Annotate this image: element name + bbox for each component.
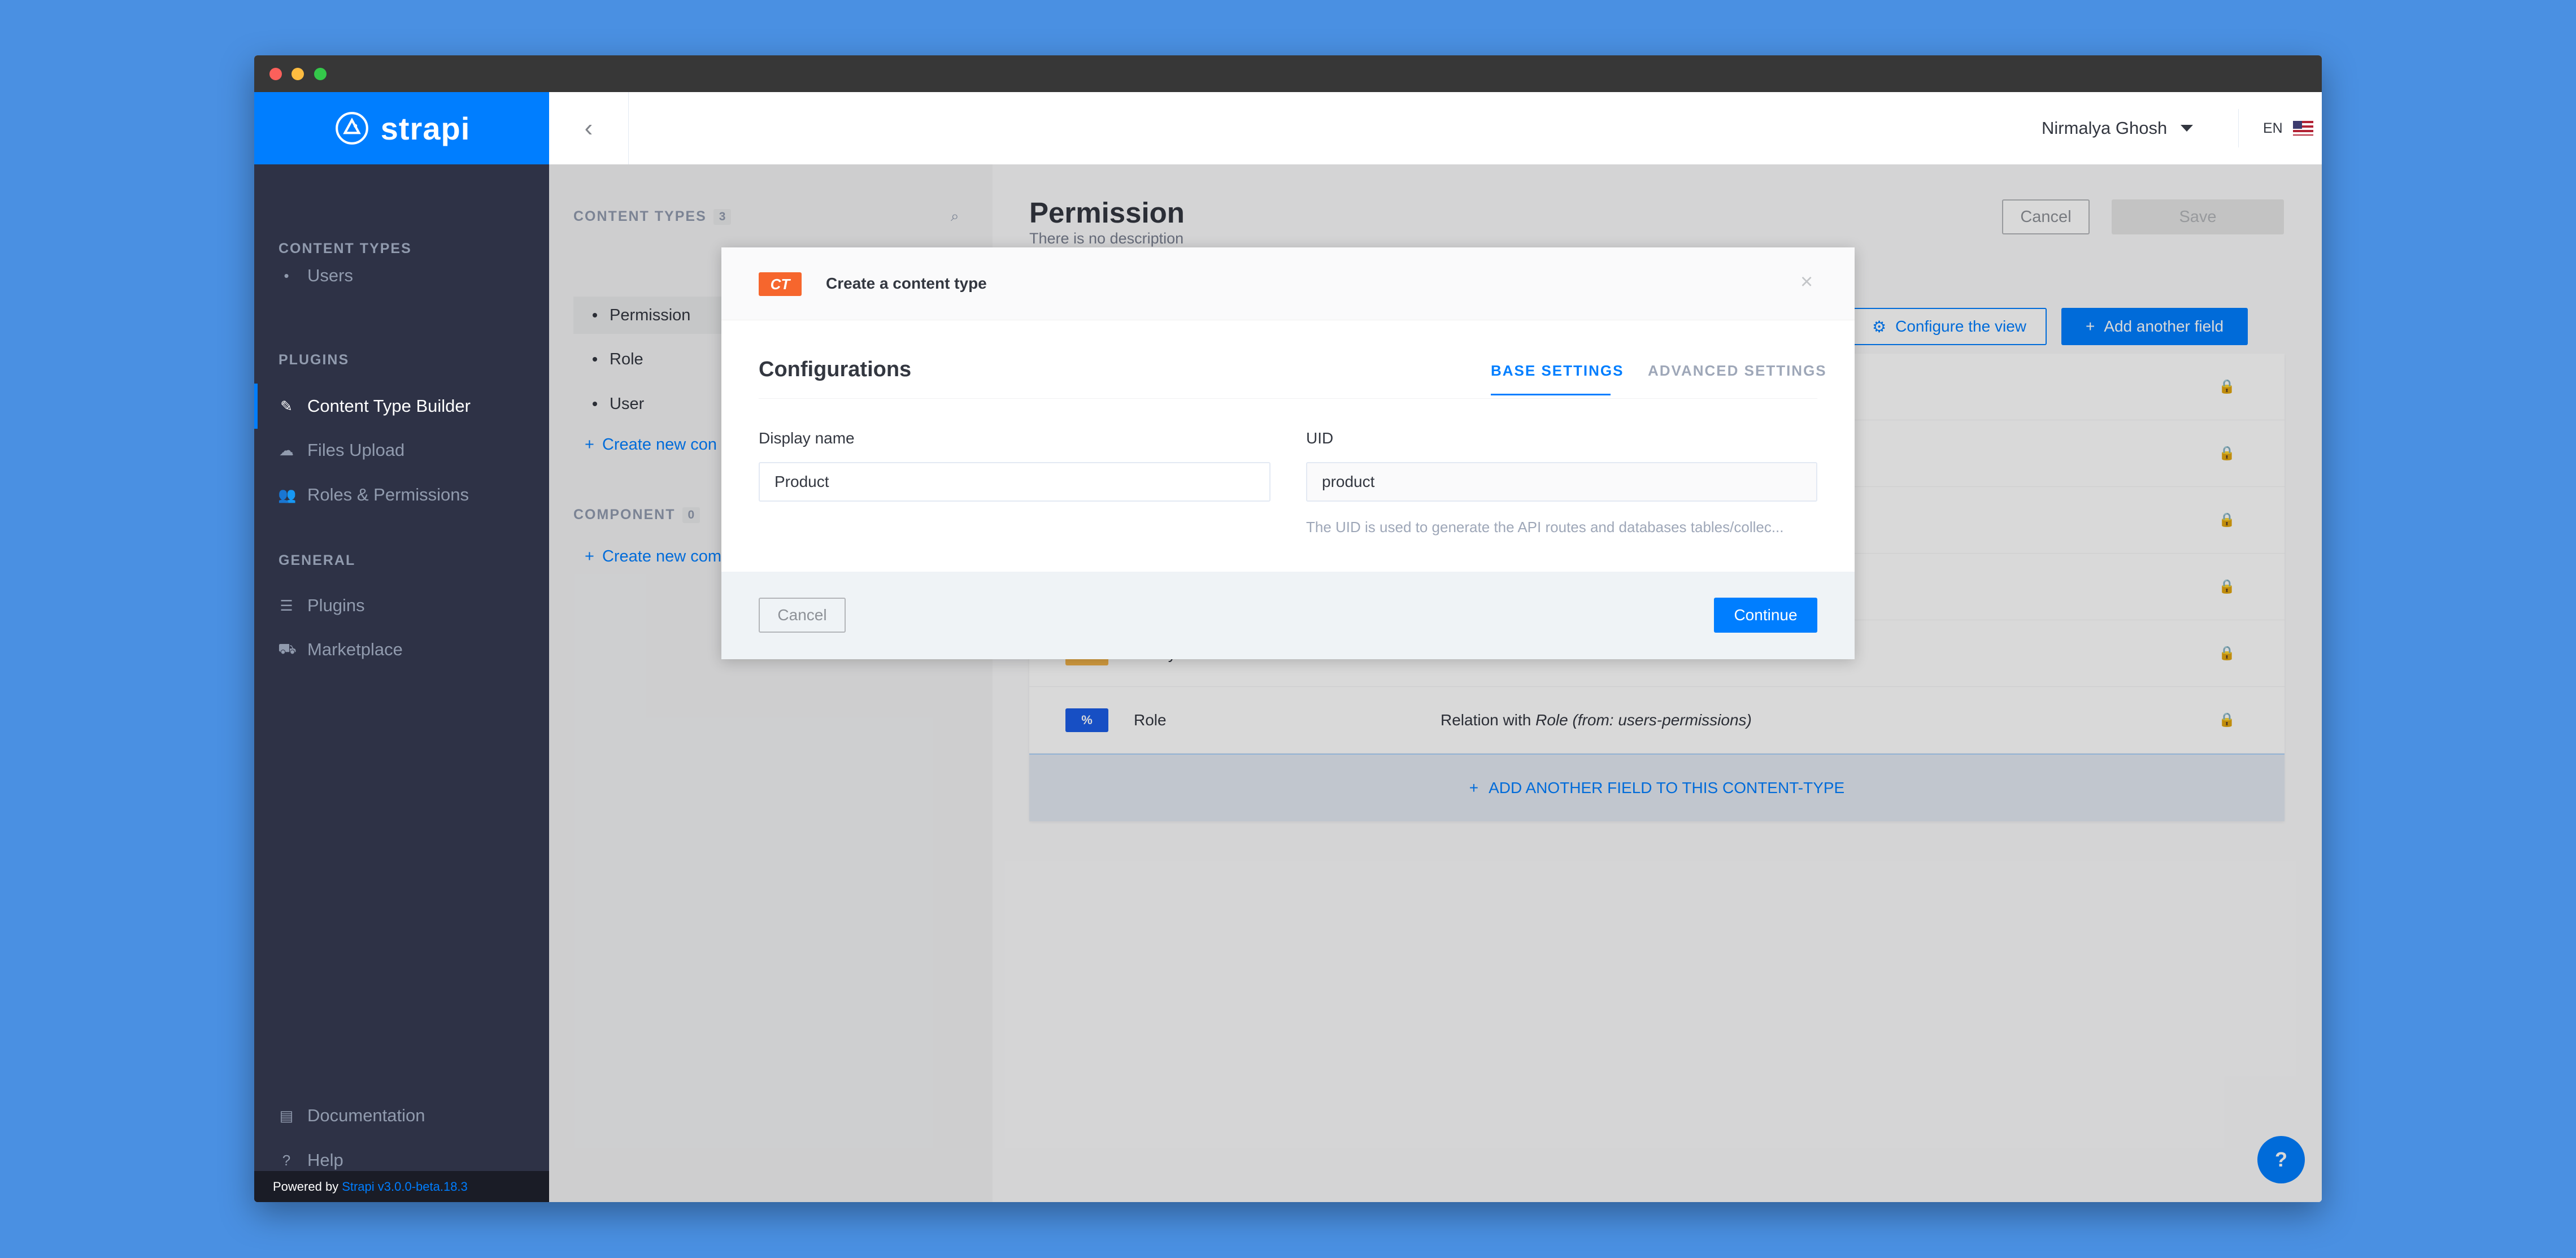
active-tab-underline bbox=[1491, 394, 1611, 395]
sidebar-item-roles-permissions[interactable]: 👥 Roles & Permissions bbox=[278, 478, 543, 512]
sidebar-item-label: Documentation bbox=[307, 1105, 425, 1125]
modal-title: Create a content type bbox=[826, 275, 987, 292]
cloud-upload-icon: ☁ bbox=[279, 441, 294, 459]
powered-by-footer: Powered by Strapi v3.0.0-beta.18.3 bbox=[254, 1171, 549, 1202]
tab-base-settings[interactable]: BASE SETTINGS bbox=[1491, 362, 1624, 380]
brand-header[interactable]: strapi bbox=[254, 92, 549, 164]
sidebar-item-label: Help bbox=[307, 1150, 343, 1170]
content-type-badge: CT bbox=[759, 272, 802, 296]
back-button[interactable]: ‹ bbox=[549, 92, 629, 164]
uid-label: UID bbox=[1306, 429, 1334, 447]
active-indicator bbox=[254, 384, 258, 429]
basket-icon: ⛟ bbox=[278, 639, 297, 657]
chevron-left-icon: ‹ bbox=[584, 114, 593, 142]
tab-advanced-settings[interactable]: ADVANCED SETTINGS bbox=[1648, 362, 1827, 380]
minimize-window-button[interactable] bbox=[291, 68, 304, 80]
divider bbox=[2238, 109, 2239, 147]
language-switcher[interactable]: EN bbox=[2263, 92, 2313, 164]
book-icon: ▤ bbox=[279, 1107, 294, 1124]
modal-footer: Cancel Continue bbox=[721, 572, 1855, 659]
user-name: Nirmalya Ghosh bbox=[2042, 118, 2168, 138]
sidebar-item-plugins[interactable]: ☰ Plugins bbox=[278, 589, 543, 623]
top-header: ‹ Nirmalya Ghosh EN bbox=[549, 92, 2322, 165]
continue-button[interactable]: Continue bbox=[1714, 598, 1817, 633]
sidebar-item-users[interactable]: • Users bbox=[278, 259, 543, 293]
maximize-window-button[interactable] bbox=[314, 68, 327, 80]
brand-name: strapi bbox=[380, 110, 471, 146]
nav-section-content-types: CONTENT TYPES bbox=[279, 241, 412, 256]
create-content-type-modal: CT Create a content type × Configuration… bbox=[721, 247, 1855, 659]
sidebar-item-label: Marketplace bbox=[307, 639, 403, 659]
sidebar-item-label: Users bbox=[307, 265, 353, 285]
caret-down-icon bbox=[2181, 125, 2194, 132]
modal-cancel-button[interactable]: Cancel bbox=[759, 598, 846, 633]
display-name-label: Display name bbox=[759, 429, 855, 447]
language-code: EN bbox=[2263, 120, 2283, 136]
configurations-title: Configurations bbox=[759, 358, 912, 381]
uid-input[interactable]: product bbox=[1306, 462, 1817, 502]
divider bbox=[759, 398, 1817, 399]
sidebar-item-label: Content Type Builder bbox=[307, 396, 471, 416]
sidebar-item-label: Files Upload bbox=[307, 440, 405, 460]
display-name-input[interactable]: Product bbox=[759, 462, 1270, 502]
close-window-button[interactable] bbox=[269, 68, 282, 80]
close-icon[interactable]: × bbox=[1800, 270, 1813, 294]
left-sidebar: strapi CONTENT TYPES • Users PLUGINS ✎ C… bbox=[254, 92, 549, 1202]
sidebar-item-files-upload[interactable]: ☁ Files Upload bbox=[278, 433, 543, 467]
us-flag-icon bbox=[2292, 121, 2313, 136]
sidebar-item-label: Roles & Permissions bbox=[307, 485, 469, 504]
strapi-version-link[interactable]: Strapi v3.0.0-beta.18.3 bbox=[342, 1179, 468, 1194]
sidebar-item-documentation[interactable]: ▤ Documentation bbox=[278, 1099, 543, 1133]
powered-by-text: Powered by bbox=[273, 1179, 339, 1194]
nav-section-general: GENERAL bbox=[279, 552, 356, 568]
list-icon: ☰ bbox=[280, 597, 293, 614]
app-window: strapi CONTENT TYPES • Users PLUGINS ✎ C… bbox=[254, 55, 2322, 1202]
dot-icon: • bbox=[284, 267, 289, 284]
nav-section-plugins: PLUGINS bbox=[279, 352, 350, 368]
sidebar-item-label: Plugins bbox=[307, 595, 365, 615]
brush-icon: ✎ bbox=[280, 397, 293, 415]
users-icon: 👥 bbox=[278, 486, 297, 503]
modal-header: CT Create a content type × bbox=[721, 247, 1855, 320]
question-circle-icon: ? bbox=[282, 1151, 291, 1169]
uid-hint: The UID is used to generate the API rout… bbox=[1306, 519, 1784, 536]
window-titlebar bbox=[254, 55, 2322, 92]
user-menu[interactable]: Nirmalya Ghosh bbox=[2042, 92, 2194, 164]
sidebar-item-marketplace[interactable]: ⛟ Marketplace bbox=[278, 633, 543, 667]
sidebar-item-content-type-builder[interactable]: ✎ Content Type Builder bbox=[278, 389, 543, 423]
strapi-logo-icon bbox=[335, 112, 368, 145]
